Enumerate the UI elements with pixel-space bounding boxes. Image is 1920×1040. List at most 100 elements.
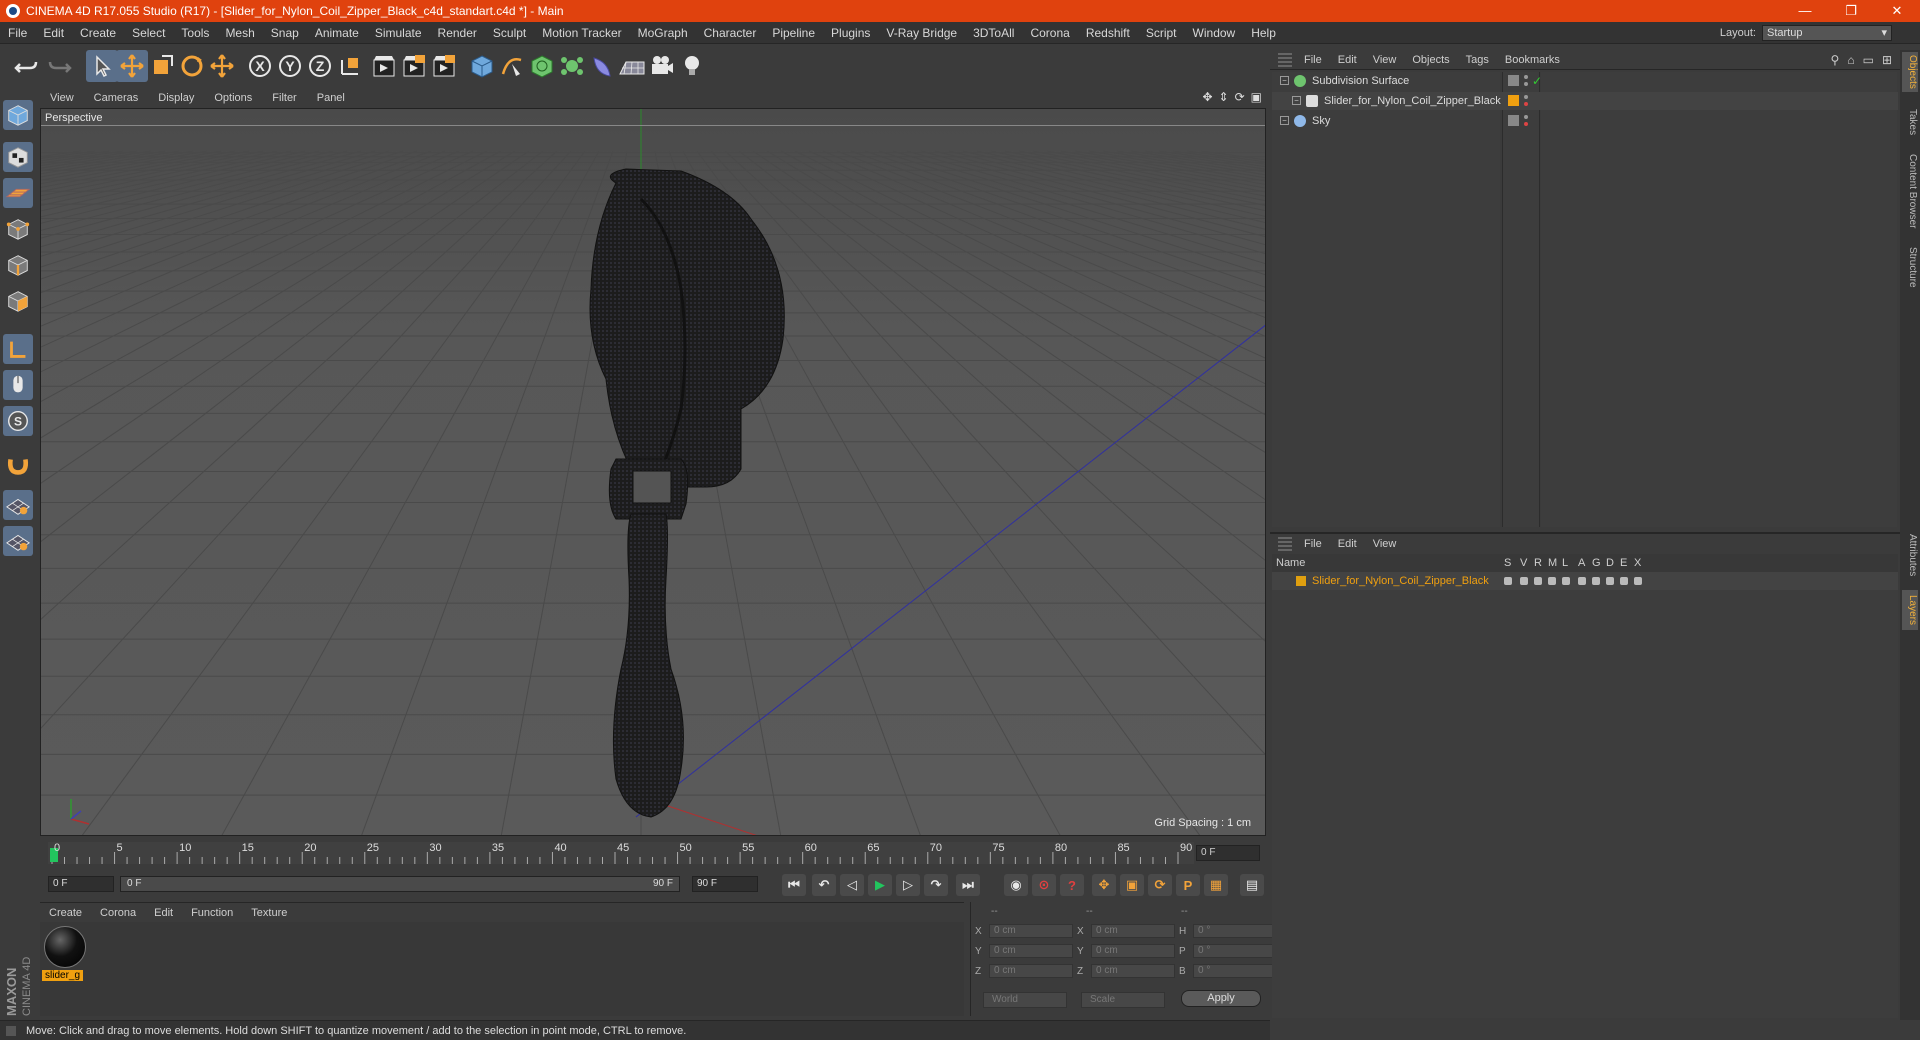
viewport-menu-view[interactable]: View — [40, 92, 84, 104]
expand-toggle-icon[interactable]: − — [1280, 76, 1289, 85]
end-frame-field[interactable]: 90 F — [692, 876, 758, 892]
timeline-window-button[interactable]: ▤ — [1240, 874, 1264, 896]
perspective-viewport[interactable]: Perspective Grid Spacing : 1 cm — [40, 108, 1266, 836]
previous-key-button[interactable]: ↶ — [812, 874, 836, 896]
lock-flag-icon[interactable] — [1562, 577, 1570, 585]
layer-column-g[interactable]: G — [1592, 554, 1601, 572]
editor-visibility-dot[interactable] — [1524, 95, 1528, 99]
rotation-field[interactable]: 0 ° — [1193, 944, 1273, 958]
material-menu-function[interactable]: Function — [182, 907, 242, 919]
key-param-button[interactable]: P — [1176, 874, 1200, 896]
object-menu-file[interactable]: File — [1296, 54, 1330, 66]
layer-name[interactable]: Slider_for_Nylon_Coil_Zipper_Black — [1312, 572, 1489, 590]
points-mode-button[interactable] — [3, 214, 33, 244]
tab-structure[interactable]: Structure — [1902, 240, 1918, 294]
orbit-view-icon[interactable]: ⟳ — [1235, 90, 1245, 104]
go-to-end-button[interactable]: ⏭ — [956, 874, 980, 896]
autokey-button[interactable]: ⊙ — [1032, 874, 1056, 896]
key-rotation-button[interactable]: ⟳ — [1148, 874, 1172, 896]
tab-layers[interactable]: Layers — [1902, 590, 1918, 630]
layer-menu-view[interactable]: View — [1365, 538, 1405, 550]
menu-character[interactable]: Character — [696, 26, 765, 40]
menu-help[interactable]: Help — [1243, 26, 1284, 40]
coordinate-space-select[interactable]: World — [983, 992, 1067, 1008]
material-menu-corona[interactable]: Corona — [91, 907, 145, 919]
record-keys-button[interactable]: ◉ — [1004, 874, 1028, 896]
snap-grid-button[interactable] — [3, 490, 33, 520]
rotation-field[interactable]: 0 ° — [1193, 924, 1273, 938]
new-view-icon[interactable]: ▭ — [1863, 53, 1874, 67]
coordinate-system-button[interactable] — [334, 50, 366, 82]
object-menu-objects[interactable]: Objects — [1404, 54, 1457, 66]
deformer-button[interactable] — [586, 50, 618, 82]
play-button[interactable]: ▶ — [868, 874, 892, 896]
menu-redshift[interactable]: Redshift — [1078, 26, 1138, 40]
tweak-mode-button[interactable] — [3, 370, 33, 400]
tab-attributes[interactable]: Attributes — [1902, 530, 1918, 580]
layer-color-swatch[interactable] — [1296, 576, 1306, 586]
workplane-mode-button[interactable] — [3, 178, 33, 208]
object-row[interactable]: − Sky — [1272, 112, 1898, 130]
go-to-start-button[interactable]: ⏮ — [782, 874, 806, 896]
render-visibility-dot[interactable] — [1524, 122, 1528, 126]
expand-toggle-icon[interactable]: − — [1292, 96, 1301, 105]
object-name[interactable]: Subdivision Surface — [1312, 72, 1409, 90]
position-field[interactable]: 0 cm — [989, 964, 1073, 978]
model-mode-button[interactable] — [3, 100, 33, 130]
x-axis-button[interactable]: X — [244, 50, 276, 82]
object-name[interactable]: Sky — [1312, 112, 1330, 130]
menu-file[interactable]: File — [0, 26, 35, 40]
layer-column-a[interactable]: A — [1578, 554, 1585, 572]
menu-mograph[interactable]: MoGraph — [630, 26, 696, 40]
axis-mode-button[interactable] — [3, 334, 33, 364]
next-key-button[interactable]: ↷ — [924, 874, 948, 896]
menu-render[interactable]: Render — [430, 26, 485, 40]
expand-icon[interactable]: ⊞ — [1882, 53, 1892, 67]
light-button[interactable] — [676, 50, 708, 82]
size-mode-select[interactable]: Scale — [1081, 992, 1165, 1008]
menu-edit[interactable]: Edit — [35, 26, 72, 40]
layer-column-d[interactable]: D — [1606, 554, 1614, 572]
visibility-flag-icon[interactable] — [1508, 75, 1519, 86]
expand-toggle-icon[interactable]: − — [1280, 116, 1289, 125]
key-position-button[interactable]: ✥ — [1092, 874, 1116, 896]
layout-select[interactable]: Startup — [1762, 25, 1892, 41]
tab-takes[interactable]: Takes — [1902, 102, 1918, 142]
solo-mode-button[interactable]: S — [3, 406, 33, 436]
object-menu-view[interactable]: View — [1365, 54, 1405, 66]
render-visibility-dot[interactable] — [1524, 102, 1528, 106]
layer-menu-file[interactable]: File — [1296, 538, 1330, 550]
viewport-menu-filter[interactable]: Filter — [262, 92, 306, 104]
next-frame-button[interactable]: ▷ — [896, 874, 920, 896]
editor-visibility-dot[interactable] — [1524, 115, 1528, 119]
position-field[interactable]: 0 cm — [989, 924, 1073, 938]
layer-color-icon[interactable] — [1508, 95, 1519, 106]
render-flag-icon[interactable] — [1534, 577, 1542, 585]
dolly-view-icon[interactable]: ⇕ — [1219, 90, 1229, 104]
magnet-button[interactable] — [3, 450, 33, 480]
material-menu-texture[interactable]: Texture — [242, 907, 296, 919]
rotate-button[interactable] — [176, 50, 208, 82]
menu-select[interactable]: Select — [124, 26, 173, 40]
layer-column-x[interactable]: X — [1634, 554, 1641, 572]
undo-button[interactable] — [10, 50, 42, 82]
size-field[interactable]: 0 cm — [1091, 944, 1175, 958]
polygons-mode-button[interactable] — [3, 286, 33, 316]
home-icon[interactable]: ⌂ — [1847, 53, 1854, 67]
close-button[interactable]: ✕ — [1874, 0, 1920, 22]
menu-3dtoall[interactable]: 3DToAll — [965, 26, 1022, 40]
previous-frame-button[interactable]: ◁ — [840, 874, 864, 896]
current-frame-field[interactable]: 0 F — [1196, 845, 1260, 861]
material-menu-create[interactable]: Create — [40, 907, 91, 919]
xref-flag-icon[interactable] — [1634, 577, 1642, 585]
menu-create[interactable]: Create — [72, 26, 124, 40]
visibility-flag-icon[interactable] — [1508, 115, 1519, 126]
minimize-button[interactable]: — — [1782, 0, 1828, 22]
panel-grip-icon[interactable] — [1278, 537, 1292, 551]
menu-sculpt[interactable]: Sculpt — [485, 26, 534, 40]
viewport-menu-options[interactable]: Options — [204, 92, 262, 104]
layer-row[interactable]: Slider_for_Nylon_Coil_Zipper_Black — [1272, 572, 1898, 590]
object-row[interactable]: − Subdivision Surface ✓ — [1272, 72, 1898, 90]
menu-plugins[interactable]: Plugins — [823, 26, 878, 40]
menu-corona[interactable]: Corona — [1022, 26, 1077, 40]
